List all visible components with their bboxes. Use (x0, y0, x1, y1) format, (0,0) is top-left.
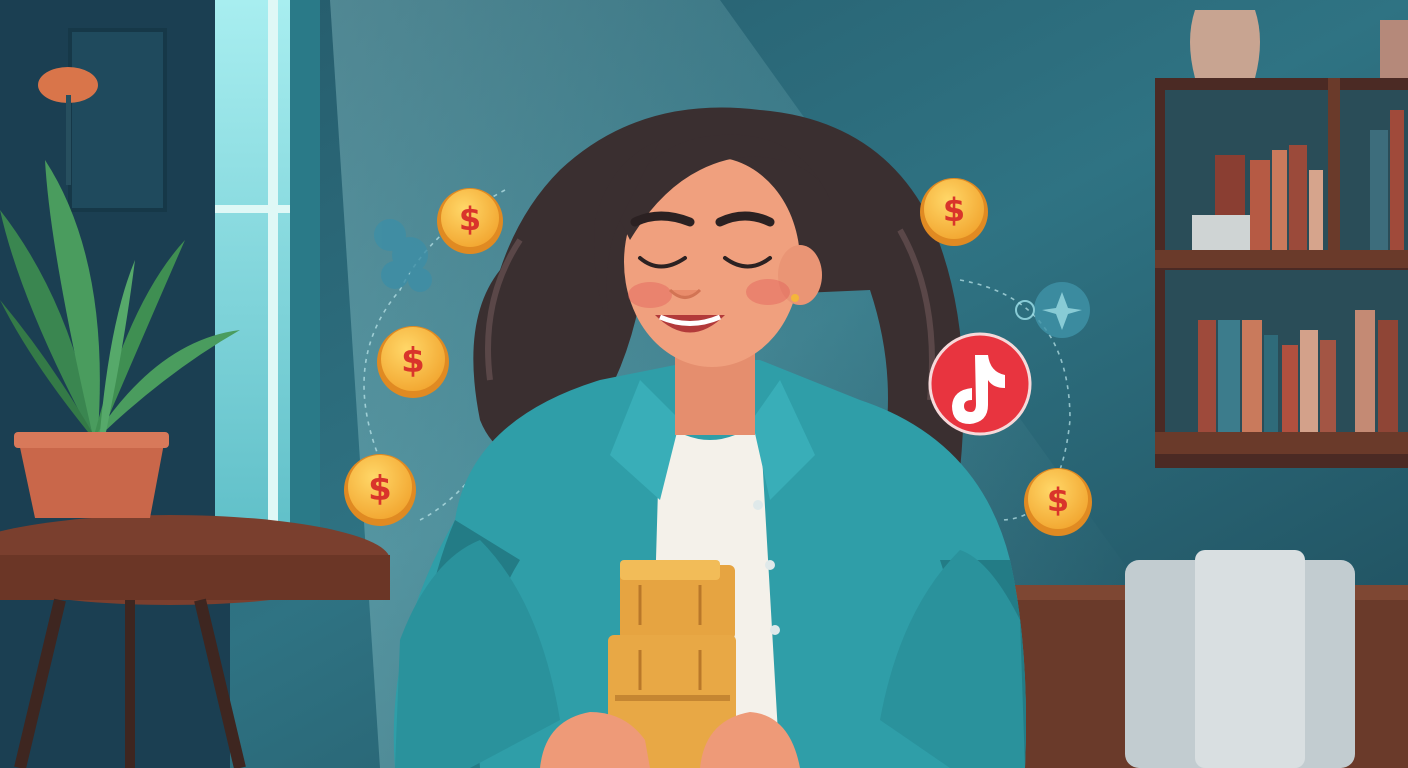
coin-symbol: $ (368, 469, 392, 509)
coin-icon: $ (377, 326, 449, 398)
coin-icon: $ (344, 454, 416, 526)
jacket-button (765, 560, 775, 570)
window (215, 0, 290, 540)
coin-symbol: $ (459, 200, 481, 238)
jacket-button (770, 625, 780, 635)
earring (791, 294, 799, 302)
coin-symbol: $ (1047, 481, 1069, 519)
coin-icon: $ (920, 178, 988, 246)
illustration-scene: $ $ $ $ $ (0, 0, 1408, 768)
coin-symbol: $ (943, 191, 965, 229)
wall-frame (68, 28, 167, 212)
coin-icon: $ (437, 188, 503, 254)
bookshelf (1155, 10, 1408, 468)
coin-symbol: $ (401, 341, 425, 381)
coin-icon: $ (1024, 468, 1092, 536)
tiktok-icon (928, 332, 1032, 436)
jacket-button (753, 500, 763, 510)
